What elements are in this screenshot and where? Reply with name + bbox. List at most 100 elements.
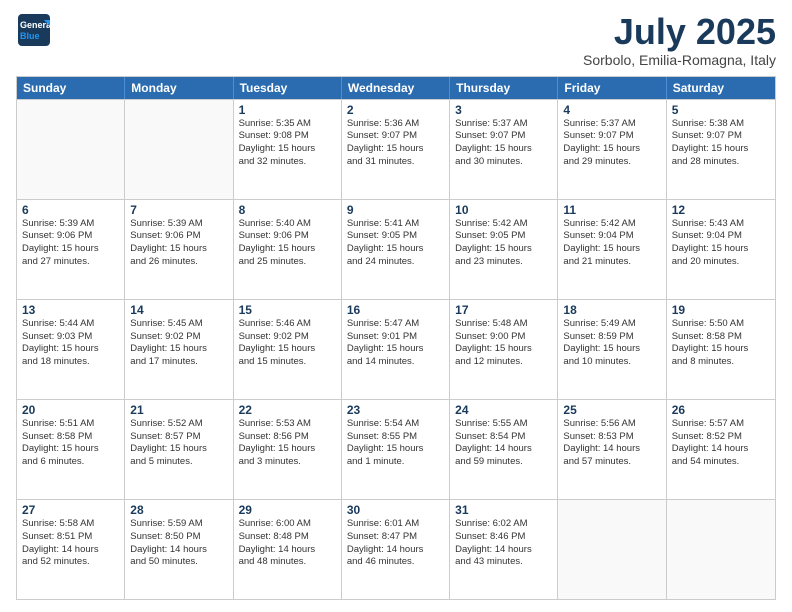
day-info-line: Daylight: 15 hours bbox=[239, 143, 336, 156]
day-info-line: and 24 minutes. bbox=[347, 256, 444, 269]
calendar-body: 1Sunrise: 5:35 AMSunset: 9:08 PMDaylight… bbox=[17, 99, 775, 599]
calendar-day-28: 28Sunrise: 5:59 AMSunset: 8:50 PMDayligh… bbox=[125, 500, 233, 599]
svg-text:Blue: Blue bbox=[20, 31, 40, 41]
day-info-line: Daylight: 14 hours bbox=[455, 544, 552, 557]
day-info-line: and 48 minutes. bbox=[239, 556, 336, 569]
day-info-line: Sunset: 8:51 PM bbox=[22, 531, 119, 544]
calendar-day-31: 31Sunrise: 6:02 AMSunset: 8:46 PMDayligh… bbox=[450, 500, 558, 599]
day-info-line: Sunset: 9:07 PM bbox=[347, 130, 444, 143]
day-number: 28 bbox=[130, 503, 227, 517]
calendar-day-30: 30Sunrise: 6:01 AMSunset: 8:47 PMDayligh… bbox=[342, 500, 450, 599]
day-info-line: Sunrise: 5:47 AM bbox=[347, 318, 444, 331]
title-block: July 2025 Sorbolo, Emilia-Romagna, Italy bbox=[583, 12, 776, 68]
day-info-line: Sunset: 9:06 PM bbox=[239, 230, 336, 243]
day-info-line: Sunrise: 5:37 AM bbox=[455, 118, 552, 131]
day-info-line: Sunset: 9:04 PM bbox=[563, 230, 660, 243]
subtitle: Sorbolo, Emilia-Romagna, Italy bbox=[583, 52, 776, 68]
calendar-day-21: 21Sunrise: 5:52 AMSunset: 8:57 PMDayligh… bbox=[125, 400, 233, 499]
day-info-line: Daylight: 14 hours bbox=[347, 544, 444, 557]
day-info-line: and 10 minutes. bbox=[563, 356, 660, 369]
day-info-line: and 17 minutes. bbox=[130, 356, 227, 369]
day-number: 5 bbox=[672, 103, 770, 117]
day-info-line: Sunrise: 5:40 AM bbox=[239, 218, 336, 231]
day-info-line: Daylight: 14 hours bbox=[130, 544, 227, 557]
day-number: 1 bbox=[239, 103, 336, 117]
day-number: 26 bbox=[672, 403, 770, 417]
day-info-line: and 8 minutes. bbox=[672, 356, 770, 369]
day-info-line: Sunrise: 5:56 AM bbox=[563, 418, 660, 431]
day-info-line: Sunrise: 5:51 AM bbox=[22, 418, 119, 431]
day-number: 12 bbox=[672, 203, 770, 217]
weekday-header-wednesday: Wednesday bbox=[342, 77, 450, 99]
day-info-line: Daylight: 15 hours bbox=[22, 243, 119, 256]
day-info-line: and 50 minutes. bbox=[130, 556, 227, 569]
day-info-line: Sunset: 9:07 PM bbox=[672, 130, 770, 143]
day-number: 23 bbox=[347, 403, 444, 417]
day-info-line: Sunrise: 5:59 AM bbox=[130, 518, 227, 531]
day-info-line: and 28 minutes. bbox=[672, 156, 770, 169]
day-info-line: and 6 minutes. bbox=[22, 456, 119, 469]
day-info-line: Daylight: 15 hours bbox=[672, 143, 770, 156]
day-info-line: Sunset: 9:07 PM bbox=[563, 130, 660, 143]
header: General Blue July 2025 Sorbolo, Emilia-R… bbox=[16, 12, 776, 68]
day-info-line: and 23 minutes. bbox=[455, 256, 552, 269]
weekday-header-friday: Friday bbox=[558, 77, 666, 99]
logo: General Blue bbox=[16, 12, 52, 48]
calendar-day-3: 3Sunrise: 5:37 AMSunset: 9:07 PMDaylight… bbox=[450, 100, 558, 199]
day-info-line: and 27 minutes. bbox=[22, 256, 119, 269]
day-info-line: Sunrise: 5:49 AM bbox=[563, 318, 660, 331]
day-info-line: and 31 minutes. bbox=[347, 156, 444, 169]
day-info-line: Sunset: 9:02 PM bbox=[130, 331, 227, 344]
day-info-line: Sunset: 8:48 PM bbox=[239, 531, 336, 544]
calendar-week-5: 27Sunrise: 5:58 AMSunset: 8:51 PMDayligh… bbox=[17, 499, 775, 599]
day-info-line: Daylight: 15 hours bbox=[130, 343, 227, 356]
calendar-day-8: 8Sunrise: 5:40 AMSunset: 9:06 PMDaylight… bbox=[234, 200, 342, 299]
day-info-line: Daylight: 14 hours bbox=[22, 544, 119, 557]
day-info-line: Daylight: 15 hours bbox=[563, 143, 660, 156]
day-info-line: and 15 minutes. bbox=[239, 356, 336, 369]
calendar-day-9: 9Sunrise: 5:41 AMSunset: 9:05 PMDaylight… bbox=[342, 200, 450, 299]
day-info-line: Sunset: 9:06 PM bbox=[130, 230, 227, 243]
calendar-day-4: 4Sunrise: 5:37 AMSunset: 9:07 PMDaylight… bbox=[558, 100, 666, 199]
calendar-day-25: 25Sunrise: 5:56 AMSunset: 8:53 PMDayligh… bbox=[558, 400, 666, 499]
day-info-line: Sunset: 9:05 PM bbox=[347, 230, 444, 243]
day-info-line: and 5 minutes. bbox=[130, 456, 227, 469]
day-info-line: and 20 minutes. bbox=[672, 256, 770, 269]
day-info-line: Daylight: 15 hours bbox=[563, 343, 660, 356]
day-number: 8 bbox=[239, 203, 336, 217]
day-number: 15 bbox=[239, 303, 336, 317]
day-info-line: Sunrise: 5:36 AM bbox=[347, 118, 444, 131]
calendar-day-24: 24Sunrise: 5:55 AMSunset: 8:54 PMDayligh… bbox=[450, 400, 558, 499]
day-info-line: Sunset: 8:50 PM bbox=[130, 531, 227, 544]
calendar-header: SundayMondayTuesdayWednesdayThursdayFrid… bbox=[17, 77, 775, 99]
weekday-header-tuesday: Tuesday bbox=[234, 77, 342, 99]
day-info-line: and 32 minutes. bbox=[239, 156, 336, 169]
calendar-day-16: 16Sunrise: 5:47 AMSunset: 9:01 PMDayligh… bbox=[342, 300, 450, 399]
day-number: 11 bbox=[563, 203, 660, 217]
day-info-line: and 1 minute. bbox=[347, 456, 444, 469]
day-info-line: Daylight: 15 hours bbox=[455, 343, 552, 356]
day-info-line: Sunrise: 5:43 AM bbox=[672, 218, 770, 231]
day-number: 14 bbox=[130, 303, 227, 317]
day-info-line: Sunrise: 5:39 AM bbox=[130, 218, 227, 231]
day-info-line: Sunset: 8:59 PM bbox=[563, 331, 660, 344]
day-info-line: and 46 minutes. bbox=[347, 556, 444, 569]
day-info-line: and 57 minutes. bbox=[563, 456, 660, 469]
day-info-line: Sunrise: 5:41 AM bbox=[347, 218, 444, 231]
day-info-line: Sunset: 9:04 PM bbox=[672, 230, 770, 243]
calendar-day-22: 22Sunrise: 5:53 AMSunset: 8:56 PMDayligh… bbox=[234, 400, 342, 499]
day-info-line: Sunset: 9:08 PM bbox=[239, 130, 336, 143]
day-info-line: Daylight: 15 hours bbox=[455, 243, 552, 256]
calendar-day-27: 27Sunrise: 5:58 AMSunset: 8:51 PMDayligh… bbox=[17, 500, 125, 599]
day-info-line: Sunrise: 5:55 AM bbox=[455, 418, 552, 431]
day-info-line: Sunset: 9:06 PM bbox=[22, 230, 119, 243]
day-info-line: Sunrise: 5:50 AM bbox=[672, 318, 770, 331]
day-info-line: Daylight: 15 hours bbox=[347, 443, 444, 456]
calendar-day-empty bbox=[125, 100, 233, 199]
day-info-line: Sunrise: 5:52 AM bbox=[130, 418, 227, 431]
day-info-line: Daylight: 15 hours bbox=[22, 343, 119, 356]
calendar-day-10: 10Sunrise: 5:42 AMSunset: 9:05 PMDayligh… bbox=[450, 200, 558, 299]
calendar-day-20: 20Sunrise: 5:51 AMSunset: 8:58 PMDayligh… bbox=[17, 400, 125, 499]
calendar-day-empty bbox=[558, 500, 666, 599]
day-number: 25 bbox=[563, 403, 660, 417]
